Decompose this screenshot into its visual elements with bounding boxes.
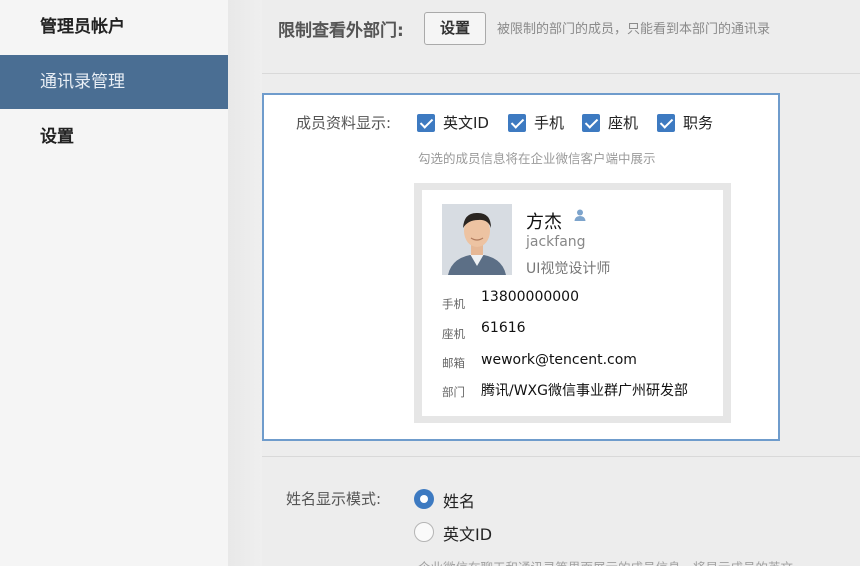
avatar bbox=[442, 204, 512, 275]
field-value-department: 腾讯/WXG微信事业群广州研发部 bbox=[481, 383, 688, 399]
member-info-label: 成员资料显示: bbox=[296, 114, 392, 132]
option-label: 座机 bbox=[608, 114, 639, 132]
section-divider bbox=[262, 73, 860, 74]
checkbox-checked-icon[interactable] bbox=[417, 113, 435, 132]
name-mode-description: 企业微信在聊天和通讯录等界面展示的成员信息，将显示成员的英文 bbox=[418, 557, 793, 566]
card-name: 方杰 bbox=[526, 212, 562, 233]
checkbox-checked-icon[interactable] bbox=[582, 113, 600, 132]
option-label: 手机 bbox=[534, 114, 565, 132]
avatar-photo bbox=[442, 204, 512, 275]
field-label-email: 邮箱 bbox=[442, 356, 465, 370]
field-value-email: wework@tencent.com bbox=[481, 352, 637, 368]
name-display-mode-label: 姓名显示模式: bbox=[286, 490, 382, 508]
sidebar-divider bbox=[228, 0, 262, 566]
sidebar-item-admin-account[interactable]: 管理员帐户 bbox=[0, 0, 228, 54]
restrict-settings-button[interactable]: 设置 bbox=[424, 12, 486, 45]
radio-label-name[interactable]: 姓名 bbox=[443, 488, 475, 512]
field-label-department: 部门 bbox=[442, 385, 465, 399]
member-info-hint: 勾选的成员信息将在企业微信客户端中展示 bbox=[418, 151, 656, 166]
sidebar: 管理员帐户 通讯录管理 设置 bbox=[0, 0, 228, 566]
field-value-mobile: 13800000000 bbox=[481, 289, 579, 305]
restrict-view-label: 限制查看外部门: bbox=[278, 21, 404, 41]
option-landline[interactable]: 座机 bbox=[582, 112, 638, 134]
checkbox-checked-icon[interactable] bbox=[657, 113, 675, 132]
option-label: 英文ID bbox=[443, 114, 489, 132]
card-english-id: jackfang bbox=[526, 234, 586, 250]
option-mobile[interactable]: 手机 bbox=[508, 112, 564, 134]
person-icon bbox=[574, 209, 586, 221]
checkbox-checked-icon[interactable] bbox=[508, 113, 526, 132]
radio-name-selected[interactable] bbox=[414, 489, 434, 509]
sidebar-item-contacts-management[interactable]: 通讯录管理 bbox=[0, 55, 228, 109]
card-job-title: UI视觉设计师 bbox=[526, 261, 611, 277]
option-position[interactable]: 职务 bbox=[657, 112, 713, 134]
field-value-landline: 61616 bbox=[481, 320, 526, 336]
restrict-description: 被限制的部门的成员，只能看到本部门的通讯录 bbox=[497, 22, 771, 37]
field-label-mobile: 手机 bbox=[442, 297, 465, 311]
sidebar-item-settings[interactable]: 设置 bbox=[0, 110, 228, 164]
field-label-landline: 座机 bbox=[442, 327, 465, 341]
section-divider bbox=[262, 456, 860, 457]
option-label: 职务 bbox=[683, 114, 714, 132]
radio-label-english-id[interactable]: 英文ID bbox=[443, 521, 492, 545]
option-english-id[interactable]: 英文ID bbox=[417, 112, 489, 134]
radio-english-id[interactable] bbox=[414, 522, 434, 542]
